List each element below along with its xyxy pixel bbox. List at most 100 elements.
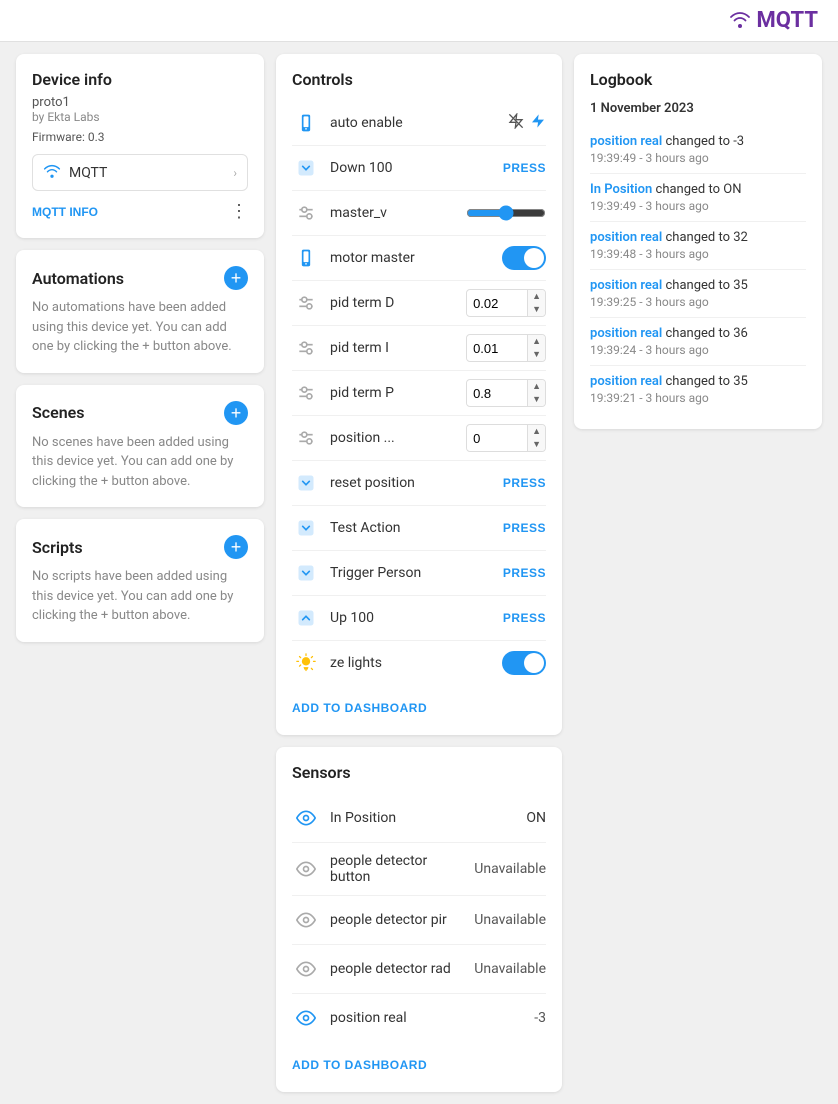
eye-icon-people-detector-pir — [292, 906, 320, 934]
control-label-down-100: Down 100 — [330, 160, 493, 176]
device-by: by Ekta Labs — [32, 110, 248, 124]
automations-header: Automations + — [32, 266, 248, 290]
control-row-master-v: master_v — [292, 191, 546, 236]
sensor-label-people-detector-pir: people detector pir — [330, 912, 464, 928]
log-entry-6: position real changed to 35 19:39:21 - 3… — [590, 366, 806, 413]
pid-p-up[interactable]: ▲ — [528, 380, 545, 393]
light-icon-ze-lights — [292, 649, 320, 677]
position-up[interactable]: ▲ — [528, 425, 545, 438]
scenes-header: Scenes + — [32, 401, 248, 425]
sensor-label-people-detector-button: people detector button — [330, 853, 464, 885]
log-time-5: 19:39:24 - 3 hours ago — [590, 343, 806, 357]
log-text-1: position real changed to -3 — [590, 134, 806, 149]
controls-add-dashboard-button[interactable]: ADD TO DASHBOARD — [292, 697, 427, 719]
control-label-pid-i: pid term I — [330, 340, 456, 356]
sensor-row-people-detector-button: people detector button Unavailable — [292, 843, 546, 896]
add-automation-button[interactable]: + — [224, 266, 248, 290]
top-bar: MQTT — [0, 0, 838, 42]
mqtt-wifi-small-icon — [43, 163, 61, 182]
add-scene-button[interactable]: + — [224, 401, 248, 425]
action-icon-test-action — [292, 514, 320, 542]
press-button-up-100[interactable]: PRESS — [503, 611, 546, 625]
control-label-reset-position: reset position — [330, 475, 493, 491]
device-info-title: Device info — [32, 70, 248, 89]
controls-card: Controls auto enable — [276, 54, 562, 735]
sensor-row-people-detector-pir: people detector pir Unavailable — [292, 896, 546, 945]
motor-master-toggle[interactable] — [502, 246, 546, 270]
device-name: proto1 — [32, 95, 248, 110]
controls-title: Controls — [292, 70, 546, 89]
sensor-value-in-position: ON — [526, 810, 546, 826]
log-entry-4: position real changed to 35 19:39:25 - 3… — [590, 270, 806, 318]
control-row-position: position ... ▲ ▼ — [292, 416, 546, 461]
log-text-5: position real changed to 36 — [590, 326, 806, 341]
no-flash-icon[interactable] — [508, 113, 524, 134]
control-row-auto-enable: auto enable — [292, 101, 546, 146]
pid-p-input[interactable] — [467, 382, 527, 405]
scenes-title: Scenes — [32, 403, 85, 422]
pid-d-input[interactable] — [467, 292, 527, 315]
pid-i-up[interactable]: ▲ — [528, 335, 545, 348]
control-row-down-100: Down 100 PRESS — [292, 146, 546, 191]
control-label-pid-d: pid term D — [330, 295, 456, 311]
mqtt-info-button[interactable]: MQTT INFO — [32, 205, 98, 219]
control-label-auto-enable: auto enable — [330, 115, 498, 131]
control-label-master-v: master_v — [330, 205, 456, 221]
flash-icon[interactable] — [530, 113, 546, 134]
left-column: Device info proto1 by Ekta Labs Firmware… — [16, 54, 264, 1092]
scenes-card: Scenes + No scenes have been added using… — [16, 385, 264, 508]
more-options-button[interactable]: ⋮ — [230, 201, 248, 222]
control-label-position: position ... — [330, 430, 456, 446]
pid-i-input-wrap: ▲ ▼ — [466, 334, 546, 362]
press-button-down-100[interactable]: PRESS — [503, 161, 546, 175]
control-label-trigger-person: Trigger Person — [330, 565, 493, 581]
add-script-button[interactable]: + — [224, 535, 248, 559]
press-button-test-action[interactable]: PRESS — [503, 521, 546, 535]
control-row-trigger-person: Trigger Person PRESS — [292, 551, 546, 596]
position-down[interactable]: ▼ — [528, 438, 545, 451]
slider-icon-pid-d — [292, 289, 320, 317]
pid-i-down[interactable]: ▼ — [528, 348, 545, 361]
control-row-pid-i: pid term I ▲ ▼ — [292, 326, 546, 371]
log-text-6: position real changed to 35 — [590, 374, 806, 389]
log-time-6: 19:39:21 - 3 hours ago — [590, 391, 806, 405]
sensor-row-people-detector-rad: people detector rad Unavailable — [292, 945, 546, 994]
pid-i-input[interactable] — [467, 337, 527, 360]
pid-d-down[interactable]: ▼ — [528, 303, 545, 316]
press-button-trigger-person[interactable]: PRESS — [503, 566, 546, 580]
sensor-value-position-real: -3 — [534, 1010, 546, 1026]
pid-p-down[interactable]: ▼ — [528, 393, 545, 406]
mqtt-label: MQTT — [69, 165, 107, 181]
sensor-value-people-detector-rad: Unavailable — [474, 961, 546, 977]
press-button-reset-position[interactable]: PRESS — [503, 476, 546, 490]
control-label-motor-master: motor master — [330, 250, 492, 266]
automations-title: Automations — [32, 269, 124, 288]
master-v-slider[interactable] — [466, 205, 546, 221]
log-entry-2: In Position changed to ON 19:39:49 - 3 h… — [590, 174, 806, 222]
chevron-right-icon: › — [233, 166, 237, 180]
pid-d-up[interactable]: ▲ — [528, 290, 545, 303]
action-icon-down-100 — [292, 154, 320, 182]
sensor-value-people-detector-button: Unavailable — [474, 861, 546, 877]
action-icon-reset-position — [292, 469, 320, 497]
control-row-pid-d: pid term D ▲ ▼ — [292, 281, 546, 326]
control-row-motor-master: motor master — [292, 236, 546, 281]
action-icon-trigger-person — [292, 559, 320, 587]
log-time-3: 19:39:48 - 3 hours ago — [590, 247, 806, 261]
sensor-label-people-detector-rad: people detector rad — [330, 961, 464, 977]
position-input[interactable] — [467, 427, 527, 450]
sensor-row-position-real: position real -3 — [292, 994, 546, 1042]
position-input-wrap: ▲ ▼ — [466, 424, 546, 452]
sensors-add-dashboard-button[interactable]: ADD TO DASHBOARD — [292, 1054, 427, 1076]
slider-icon-master-v — [292, 199, 320, 227]
control-label-up-100: Up 100 — [330, 610, 493, 626]
phone-icon-motor-master — [292, 244, 320, 272]
sensor-value-people-detector-pir: Unavailable — [474, 912, 546, 928]
pid-p-input-wrap: ▲ ▼ — [466, 379, 546, 407]
control-row-test-action: Test Action PRESS — [292, 506, 546, 551]
control-label-test-action: Test Action — [330, 520, 493, 536]
ze-lights-toggle[interactable] — [502, 651, 546, 675]
eye-icon-people-detector-button — [292, 855, 320, 883]
log-text-3: position real changed to 32 — [590, 230, 806, 245]
pid-d-input-wrap: ▲ ▼ — [466, 289, 546, 317]
